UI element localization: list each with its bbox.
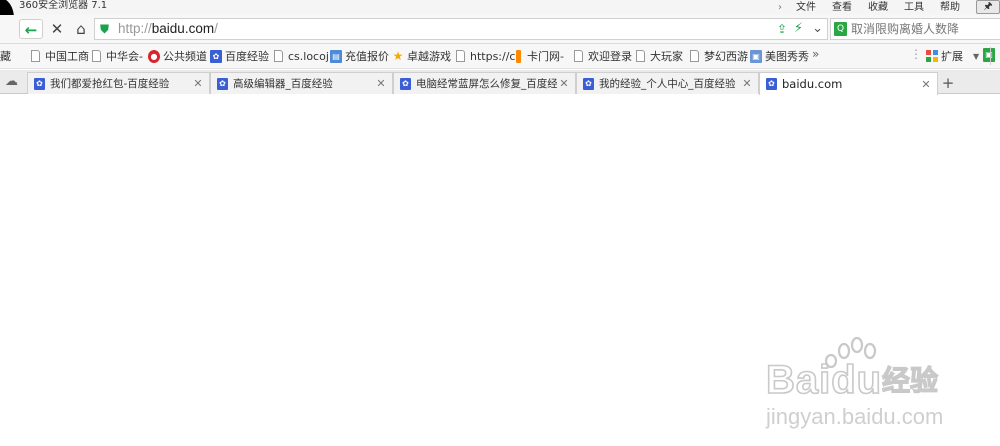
tab-title: 电脑经常蓝屏怎么修复_百度经 bbox=[416, 78, 557, 90]
address-toolbar: ← ✕ ⌂ ⛊ http://baidu.com/ ⇪ ⚡ ⌄ Q 取消限购离婚… bbox=[0, 15, 1000, 44]
page-icon bbox=[274, 50, 283, 62]
menu-bar: › 文件 查看 收藏 工具 帮助 🖈 bbox=[778, 0, 1000, 15]
more-bookmarks-icon[interactable]: » bbox=[812, 47, 819, 61]
shield-icon[interactable]: ⛊ bbox=[100, 22, 112, 36]
speed-mode-icon[interactable]: ⚡ bbox=[794, 20, 803, 38]
apps-grid-icon bbox=[926, 50, 938, 62]
paw-icon: ✿ bbox=[583, 77, 594, 90]
bookmark-item[interactable]: 欢迎登录 bbox=[574, 48, 632, 64]
bookmark-item[interactable]: ● 公共频道 bbox=[148, 48, 207, 64]
red-circle-icon: ● bbox=[148, 49, 160, 63]
search-icon[interactable]: Q bbox=[834, 22, 847, 36]
bookmark-item[interactable]: 中华会- bbox=[92, 48, 143, 64]
star-icon: ★ bbox=[392, 48, 404, 63]
paw-icon: ✿ bbox=[210, 49, 222, 63]
chevron-down-icon[interactable]: ⌄ bbox=[812, 20, 823, 38]
address-bar[interactable]: ⛊ http://baidu.com/ ⇪ ⚡ ⌄ bbox=[94, 18, 828, 40]
page-content: Baidu 经验 jingyan.baidu.com bbox=[0, 95, 1000, 446]
tab-item[interactable]: ✿ 高级编辑器_百度经验 ✕ bbox=[210, 72, 393, 94]
search-box[interactable]: Q 取消限购离婚人数降 bbox=[830, 18, 1000, 40]
bookmark-item[interactable]: 中国工商 bbox=[31, 48, 89, 64]
chart-icon: ▤ bbox=[330, 49, 342, 63]
bookmark-favorites[interactable]: 藏 bbox=[0, 48, 11, 64]
page-icon bbox=[690, 50, 699, 62]
app-title: 360安全浏览器 7.1 bbox=[19, 0, 108, 11]
menu-tools[interactable]: 工具 bbox=[904, 2, 924, 14]
svg-text:Baidu: Baidu bbox=[766, 358, 882, 402]
svg-text:jingyan.baidu.com: jingyan.baidu.com bbox=[765, 404, 943, 429]
tab-title: 高级编辑器_百度经验 bbox=[233, 78, 333, 90]
cloud-icon[interactable]: ☁ bbox=[5, 74, 18, 90]
tab-title: 我们都爱抢红包-百度经验 bbox=[50, 78, 170, 90]
new-tab-button[interactable]: + bbox=[939, 73, 957, 93]
url-text[interactable]: http://baidu.com/ bbox=[118, 20, 218, 38]
caret-down-icon: ▼ bbox=[973, 51, 980, 61]
close-tab-icon[interactable]: ✕ bbox=[191, 77, 205, 90]
bookmark-item[interactable]: ★ 卓越游戏 bbox=[392, 48, 451, 64]
search-input[interactable]: 取消限购离婚人数降 bbox=[851, 21, 959, 37]
close-tab-icon[interactable]: ✕ bbox=[374, 77, 388, 90]
menu-view[interactable]: 查看 bbox=[832, 2, 852, 14]
bookmark-item[interactable]: ▣ 美图秀秀 bbox=[750, 48, 809, 64]
tab-item[interactable]: ✿ 电脑经常蓝屏怎么修复_百度经 ✕ bbox=[393, 72, 576, 94]
baidu-jingyan-watermark: Baidu 经验 jingyan.baidu.com bbox=[765, 336, 943, 429]
page-icon bbox=[92, 50, 101, 62]
home-button[interactable]: ⌂ bbox=[70, 19, 92, 39]
sidebar-edge bbox=[990, 47, 1000, 65]
menu-help[interactable]: 帮助 bbox=[940, 2, 960, 14]
bookmark-item[interactable]: ✿ 百度经验 bbox=[210, 48, 269, 64]
picture-icon: ▣ bbox=[750, 49, 762, 63]
tab-item-active[interactable]: ✿ baidu.com ✕ bbox=[759, 72, 938, 95]
bookmark-item[interactable]: 卡门网- bbox=[516, 48, 564, 64]
paw-icon: ✿ bbox=[217, 77, 228, 90]
bookmark-item[interactable]: 大玩家 bbox=[636, 48, 683, 64]
extensions-button[interactable]: 扩展 ▼ bbox=[926, 48, 979, 64]
tab-title: baidu.com bbox=[782, 77, 843, 91]
close-tab-icon[interactable]: ✕ bbox=[740, 77, 754, 90]
bookmark-item[interactable]: https://c bbox=[456, 48, 515, 64]
paw-icon: ✿ bbox=[400, 77, 411, 90]
close-tab-icon[interactable]: ✕ bbox=[919, 78, 933, 91]
paw-icon: ✿ bbox=[34, 77, 45, 90]
page-icon bbox=[636, 50, 645, 62]
share-icon[interactable]: ⇪ bbox=[777, 21, 787, 37]
menu-favorites[interactable]: 收藏 bbox=[868, 2, 888, 14]
tab-strip: ☁ ✿ 我们都爱抢红包-百度经验 ✕ ✿ 高级编辑器_百度经验 ✕ ✿ 电脑经常… bbox=[0, 70, 1000, 95]
page-icon bbox=[31, 50, 40, 62]
orange-bar-icon bbox=[516, 49, 521, 63]
page-icon bbox=[456, 50, 465, 62]
bookmarks-bar: 藏 中国工商 中华会- ● 公共频道 ✿ 百度经验 cs.locoj ▤ 充值报价 ★… bbox=[0, 44, 1000, 69]
stop-button[interactable]: ✕ bbox=[46, 19, 68, 39]
tab-item[interactable]: ✿ 我的经验_个人中心_百度经验 ✕ bbox=[576, 72, 759, 94]
menu-file[interactable]: 文件 bbox=[796, 2, 816, 14]
vertical-dots-icon: ⋮ bbox=[910, 47, 922, 61]
tab-title: 我的经验_个人中心_百度经验 bbox=[599, 78, 736, 90]
title-bar: 360安全浏览器 7.1 › 文件 查看 收藏 工具 帮助 🖈 bbox=[0, 0, 1000, 38]
back-button[interactable]: ← bbox=[19, 19, 43, 39]
paw-icon: ✿ bbox=[766, 78, 777, 90]
bookmark-item[interactable]: ▤ 充值报价 bbox=[330, 48, 389, 64]
page-icon bbox=[574, 50, 583, 62]
pin-icon[interactable]: 🖈 bbox=[976, 0, 1000, 14]
bookmark-item[interactable]: cs.locoj bbox=[274, 48, 329, 64]
tab-item[interactable]: ✿ 我们都爱抢红包-百度经验 ✕ bbox=[27, 72, 210, 94]
menu-chevron-icon[interactable]: › bbox=[778, 2, 782, 14]
close-tab-icon[interactable]: ✕ bbox=[557, 77, 571, 90]
svg-text:经验: 经验 bbox=[882, 364, 938, 397]
bookmark-item[interactable]: 梦幻西游 bbox=[690, 48, 748, 64]
